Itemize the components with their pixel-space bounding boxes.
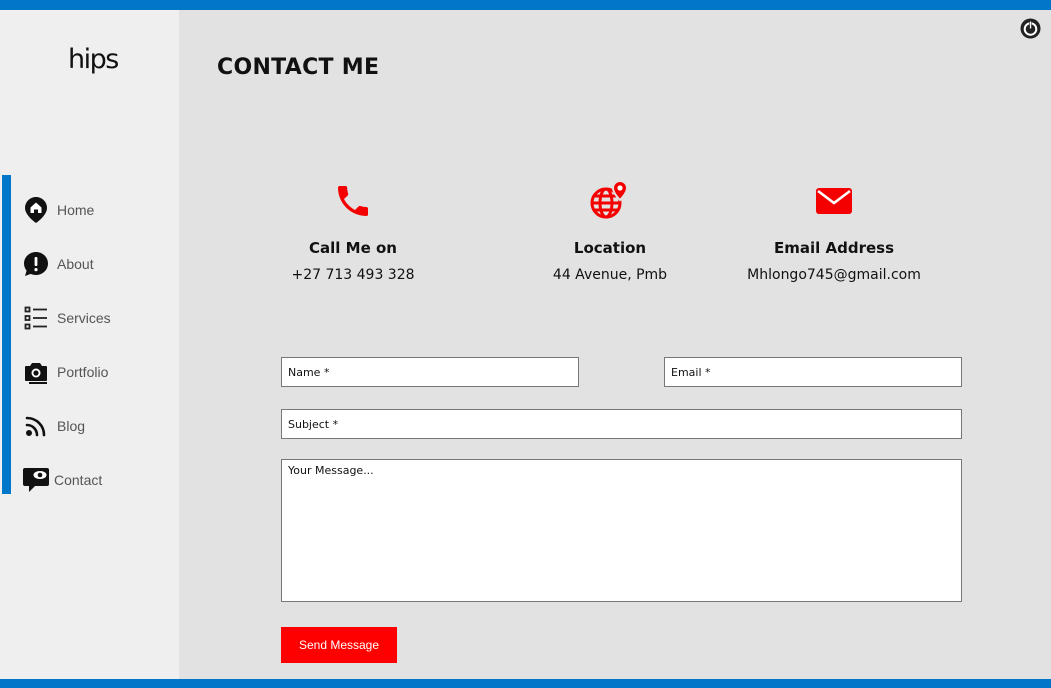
info-bubble-icon <box>22 250 50 278</box>
sidebar: hips <box>0 10 179 679</box>
location-address: 44 Avenue, Pmb <box>552 267 668 283</box>
contact-bubble-icon <box>22 466 50 494</box>
camera-icon <box>22 358 50 386</box>
power-icon[interactable] <box>1019 17 1042 40</box>
sidebar-item-label: Home <box>57 202 95 218</box>
info-title: Email Address <box>773 239 894 257</box>
globe-pin-icon <box>500 180 720 222</box>
logo[interactable]: hips <box>68 44 119 75</box>
page-title: CONTACT ME <box>217 55 380 80</box>
bottom-accent-bar <box>0 679 1051 688</box>
email-field[interactable] <box>664 357 962 387</box>
phone-number[interactable]: +27 713 493 328 <box>243 267 463 283</box>
sidebar-item-label: Blog <box>57 418 86 434</box>
info-title: Call Me on <box>309 239 397 257</box>
sidebar-item-label: Services <box>57 310 111 326</box>
info-phone: Call Me on +27 713 493 328 <box>243 180 463 283</box>
email-address[interactable]: Mhlongo745@gmail.com <box>724 267 944 283</box>
top-accent-bar <box>0 0 1051 10</box>
name-field[interactable] <box>281 357 579 387</box>
sidebar-item-about[interactable]: About <box>22 247 172 281</box>
sidebar-item-blog[interactable]: Blog <box>22 409 172 443</box>
sidebar-item-services[interactable]: Services <box>22 301 172 335</box>
list-icon <box>22 304 50 332</box>
subject-field[interactable] <box>281 409 962 439</box>
sidebar-item-label: Portfolio <box>57 364 109 380</box>
sidebar-item-label: About <box>57 256 94 272</box>
info-title: Location <box>573 239 647 257</box>
message-field[interactable] <box>281 459 962 602</box>
sidebar-item-contact[interactable]: Contact <box>22 463 172 497</box>
feed-icon <box>22 412 50 440</box>
info-location: Location 44 Avenue, Pmb <box>500 180 720 283</box>
phone-icon <box>243 180 463 222</box>
sidebar-item-home[interactable]: Home <box>22 193 172 227</box>
sidebar-item-portfolio[interactable]: Portfolio <box>22 355 172 389</box>
envelope-icon <box>724 180 944 222</box>
info-email: Email Address Mhlongo745@gmail.com <box>724 180 944 283</box>
sidebar-item-label: Contact <box>54 472 103 488</box>
nav-accent-bar <box>2 175 11 494</box>
send-message-button[interactable]: Send Message <box>281 627 397 663</box>
home-pin-icon <box>22 196 50 224</box>
